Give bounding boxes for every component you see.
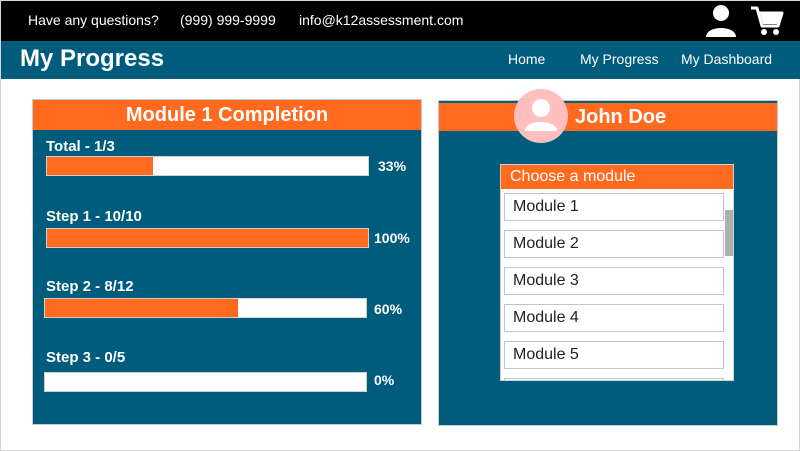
cart-icon[interactable] — [750, 5, 784, 42]
completion-panel: Module 1 Completion Total - 1/3 33% Step… — [32, 99, 422, 425]
progress-fill-total — [47, 157, 153, 175]
module-list-scrollbar[interactable] — [725, 210, 733, 256]
module-option-2[interactable]: Module 2 — [504, 230, 724, 258]
percent-total: 33% — [378, 158, 407, 174]
top-bar: Have any questions? (999) 999-9999 info@… — [1, 1, 800, 41]
module-chooser: Choose a module Module 1 Module 2 Module… — [500, 164, 734, 381]
step-label-step-3: Step 3 - 0/5 — [46, 349, 126, 366]
user-icon[interactable] — [704, 3, 738, 42]
percent-step-2: 60% — [374, 301, 403, 317]
nav-home[interactable]: Home — [508, 51, 545, 67]
module-option-4[interactable]: Module 4 — [504, 304, 724, 332]
questions-text: Have any questions? — [28, 12, 159, 28]
completion-header: Module 1 Completion — [33, 100, 421, 130]
module-option-3[interactable]: Module 3 — [504, 267, 724, 295]
module-option-1[interactable]: Module 1 — [504, 193, 724, 221]
progress-fill-step-1 — [47, 229, 368, 247]
module-option-5[interactable]: Module 5 — [504, 341, 724, 369]
email-link[interactable]: info@k12assessment.com — [299, 12, 463, 28]
chooser-label: Choose a module — [501, 165, 733, 189]
avatar-person-icon — [525, 99, 557, 131]
user-name: John Doe — [575, 106, 667, 128]
step-label-step-2: Step 2 - 8/12 — [46, 278, 134, 295]
nav-bar: My Progress Home My Progress My Dashboar… — [1, 41, 800, 79]
nav-my-dashboard[interactable]: My Dashboard — [681, 51, 772, 67]
percent-step-1: 100% — [374, 230, 410, 246]
step-label-total: Total - 1/3 — [46, 138, 115, 155]
progress-bar-total — [46, 156, 369, 176]
step-label-step-1: Step 1 - 10/10 — [46, 208, 142, 225]
phone-number[interactable]: (999) 999-9999 — [180, 12, 276, 28]
progress-bar-step-3 — [44, 372, 367, 392]
module-option-partial[interactable] — [504, 378, 724, 380]
profile-panel: John Doe Choose a module Module 1 Module… — [438, 89, 778, 426]
progress-bar-step-1 — [46, 228, 369, 248]
avatar — [514, 89, 568, 143]
progress-bar-step-2 — [44, 298, 367, 318]
nav-my-progress[interactable]: My Progress — [580, 51, 659, 67]
progress-fill-step-2 — [45, 299, 238, 317]
percent-step-3: 0% — [374, 372, 395, 388]
page-title: My Progress — [20, 45, 165, 72]
